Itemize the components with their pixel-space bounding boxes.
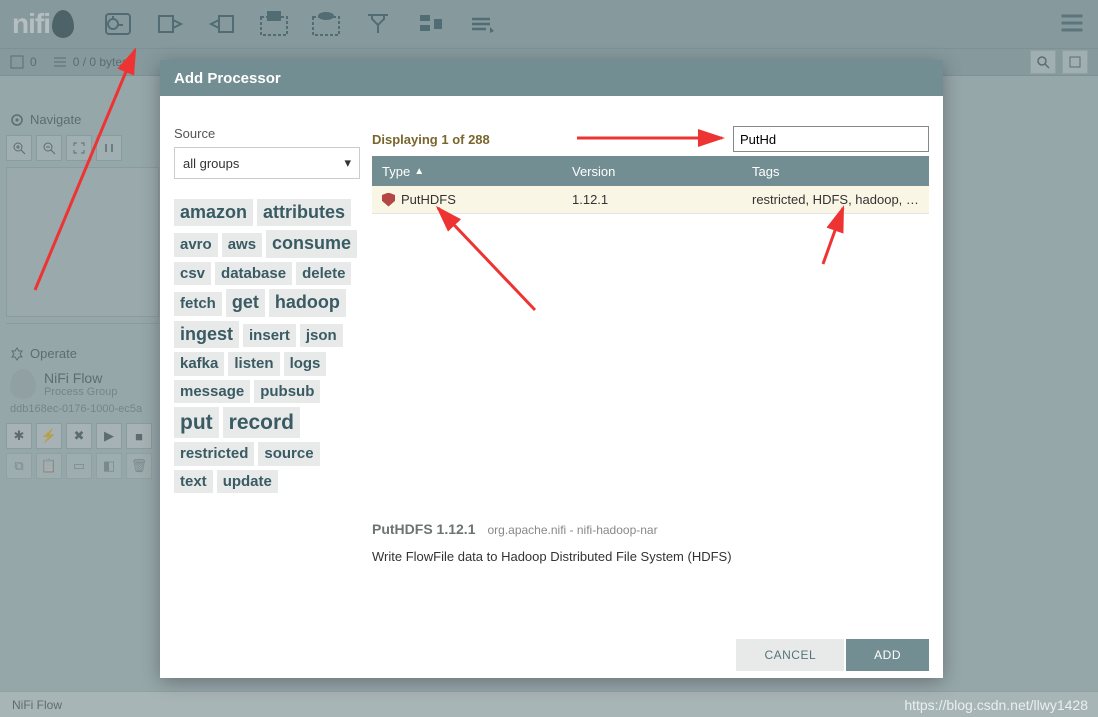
tag-attributes[interactable]: attributes — [257, 199, 351, 226]
sort-asc-icon: ▲ — [414, 166, 424, 177]
row-type: PutHDFS — [401, 192, 456, 207]
tag-record[interactable]: record — [223, 407, 300, 438]
tag-consume[interactable]: consume — [266, 230, 357, 257]
tag-get[interactable]: get — [226, 289, 265, 316]
tag-restricted[interactable]: restricted — [174, 442, 254, 466]
cancel-button[interactable]: CANCEL — [736, 639, 844, 671]
row-tags: restricted, HDFS, hadoop, copy, ... — [742, 192, 929, 207]
processor-table-header: Type▲ Version Tags — [372, 156, 929, 186]
source-dropdown-value: all groups — [183, 156, 239, 171]
chevron-down-icon: ▾ — [344, 155, 351, 171]
tag-update[interactable]: update — [217, 470, 278, 494]
tag-source[interactable]: source — [258, 442, 319, 466]
column-tags[interactable]: Tags — [742, 164, 929, 179]
tag-listen[interactable]: listen — [228, 352, 279, 376]
dialog-title: Add Processor — [160, 60, 943, 96]
details-description: Write FlowFile data to Hadoop Distribute… — [372, 549, 929, 564]
details-name: PutHDFS 1.12.1 — [372, 521, 475, 537]
tag-json[interactable]: json — [300, 324, 343, 348]
add-button[interactable]: ADD — [846, 639, 929, 671]
details-bundle: org.apache.nifi - nifi-hadoop-nar — [487, 523, 657, 537]
processor-table-row[interactable]: PutHDFS 1.12.1 restricted, HDFS, hadoop,… — [372, 186, 929, 214]
add-processor-dialog: Add Processor Source all groups ▾ amazon… — [160, 60, 943, 678]
watermark: https://blog.csdn.net/llwy1428 — [904, 697, 1088, 713]
tag-delete[interactable]: delete — [296, 262, 351, 286]
displaying-count: Displaying 1 of 288 — [372, 132, 490, 147]
tag-logs[interactable]: logs — [284, 352, 327, 376]
tag-csv[interactable]: csv — [174, 262, 211, 286]
tag-fetch[interactable]: fetch — [174, 292, 222, 316]
tag-hadoop[interactable]: hadoop — [269, 289, 346, 316]
tag-kafka[interactable]: kafka — [174, 352, 224, 376]
tag-put[interactable]: put — [174, 407, 219, 438]
tag-pubsub[interactable]: pubsub — [254, 380, 320, 404]
tag-ingest[interactable]: ingest — [174, 321, 239, 348]
tag-aws[interactable]: aws — [222, 233, 262, 257]
tag-cloud: amazonattributes avroawsconsume csvdatabas… — [174, 199, 360, 493]
source-label: Source — [174, 126, 360, 141]
tag-amazon[interactable]: amazon — [174, 199, 253, 226]
source-dropdown[interactable]: all groups ▾ — [174, 147, 360, 179]
column-type[interactable]: Type▲ — [372, 164, 562, 179]
column-version[interactable]: Version — [562, 164, 742, 179]
row-version: 1.12.1 — [562, 192, 742, 207]
tag-database[interactable]: database — [215, 262, 292, 286]
tag-insert[interactable]: insert — [243, 324, 296, 348]
tag-avro[interactable]: avro — [174, 233, 218, 257]
dialog-footer: CANCEL ADD — [160, 632, 943, 678]
tag-text[interactable]: text — [174, 470, 213, 494]
tag-message[interactable]: message — [174, 380, 250, 404]
restricted-shield-icon — [382, 193, 395, 207]
filter-input[interactable] — [733, 126, 929, 152]
